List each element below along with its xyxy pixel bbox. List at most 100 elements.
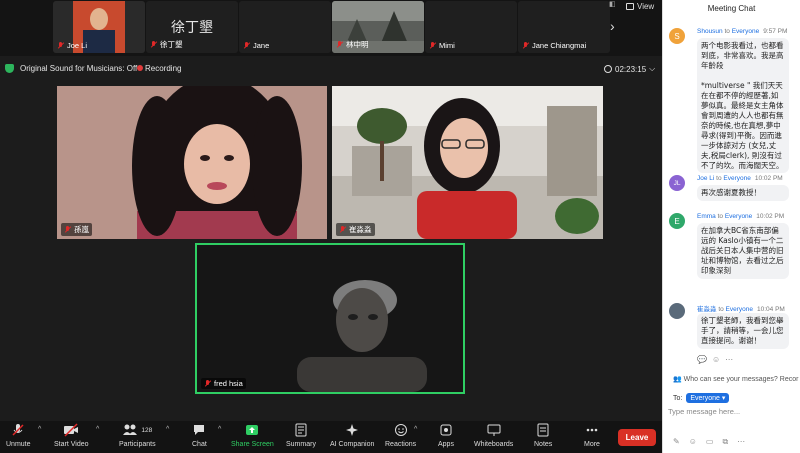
message-bubble: 在加拿大BC省东南部偏远的 Kaslo小镇有一个二战后关日本人集中营的旧址和博物… [697, 223, 789, 279]
more-dots-icon [585, 423, 599, 437]
chat-message-input[interactable] [668, 404, 796, 418]
video-tile-cui[interactable]: 崔淼淼 [332, 86, 603, 239]
add-reaction-icon[interactable]: ☺ [712, 355, 720, 364]
participant-name-label: 孫嵐 [61, 223, 92, 236]
participants-icon: 128 [122, 423, 152, 437]
grid-view-icon [626, 3, 634, 10]
message-header: Joe Li to Everyone 10:02 PM [697, 175, 783, 182]
participants-options-caret-icon[interactable]: ^ [166, 426, 169, 433]
mic-muted-icon [336, 41, 343, 48]
next-page-arrow-icon[interactable]: › [610, 18, 615, 34]
reply-icon[interactable]: 💬 [697, 355, 707, 364]
thumbnail-xu[interactable]: 徐丁墾 徐丁墾 [146, 1, 238, 53]
people-icon: 👥 [673, 376, 682, 383]
video-off-icon [63, 423, 79, 437]
chat-bubble-icon [192, 423, 206, 437]
avatar: JL [669, 175, 685, 191]
thumbnail-name: 林中明 [336, 39, 369, 50]
participants-count: 128 [141, 426, 153, 434]
reactions-button[interactable]: Reactions [385, 423, 416, 448]
avatar [669, 303, 685, 319]
unmute-button[interactable]: Unmute [6, 423, 31, 448]
apps-button[interactable]: Apps [438, 423, 454, 448]
chat-options-caret-icon[interactable]: ^ [218, 426, 221, 433]
summary-button[interactable]: Summary [286, 423, 316, 448]
clock-icon [604, 65, 612, 73]
camera-control-icon[interactable]: ◧ [609, 0, 616, 8]
participant-thumbnail-strip: Joe Li 徐丁墾 徐丁墾 Jane 林中明 Mimi Jane Chiang… [0, 0, 662, 56]
participant-video [57, 86, 327, 239]
recording-indicator[interactable]: Recording [145, 64, 181, 73]
file-attach-icon[interactable]: ▭ [706, 437, 714, 447]
video-tile-fred-hsia[interactable]: fred hsia [195, 243, 465, 394]
mic-muted-icon [64, 226, 71, 233]
recording-dot-icon [137, 65, 143, 71]
message-actions: 💬 ☺ ⋯ [697, 355, 733, 364]
mic-muted-icon [339, 226, 346, 233]
ai-companion-button[interactable]: AI Companion [330, 423, 374, 448]
participant-name-label: fred hsia [201, 378, 246, 389]
mic-muted-icon [522, 42, 529, 49]
more-options-icon[interactable]: ⋯ [737, 437, 745, 447]
thumbnail-name: Mimi [429, 41, 455, 50]
chat-panel-title: Meeting Chat [707, 4, 756, 13]
screenshot-icon[interactable]: ⧉ [722, 437, 728, 447]
message-bubble: 徐丁墾老師，我看到您舉手了，請稍等，一会儿您直接提问。谢谢！ [697, 313, 789, 349]
thumbnail-mimi[interactable]: Mimi [425, 1, 517, 53]
notes-icon [536, 423, 550, 437]
sparkle-icon [345, 423, 359, 437]
participants-button[interactable]: 128 Participants [119, 423, 156, 448]
mic-muted-icon [429, 42, 436, 49]
participant-video [197, 245, 463, 392]
meeting-timer: 02:23:15 ⌵ [604, 64, 655, 74]
thumbnail-display-name: 徐丁墾 [171, 19, 213, 35]
start-video-button[interactable]: Start Video [54, 423, 89, 448]
apps-icon [439, 423, 453, 437]
format-text-icon[interactable]: ✎ [673, 437, 680, 447]
participant-video [332, 86, 603, 239]
message-bubble: 再次感谢夏教授！ [697, 185, 789, 201]
emoji-icon[interactable]: ☺ [689, 437, 697, 447]
original-sound-status[interactable]: Original Sound for Musicians: Off [20, 64, 137, 73]
thumbnail-jane-chiangmai[interactable]: Jane Chiangmai [518, 1, 610, 53]
message-bubble: 两个电影我看过，也都看到底，非常喜欢。我是高年齡段 *multiverse " … [697, 38, 789, 173]
notes-button[interactable]: Notes [534, 423, 552, 448]
thumbnail-joe-li[interactable]: Joe Li [53, 1, 145, 53]
meeting-status-bar: Original Sound for Musicians: Off Record… [0, 60, 662, 77]
video-tile-sun-lan[interactable]: 孫嵐 [57, 86, 327, 239]
mic-muted-icon [57, 42, 64, 49]
recipient-dropdown[interactable]: Everyone ▾ [686, 393, 730, 403]
thumbnail-name: Jane [243, 41, 269, 50]
message-header: 崔淼淼 to Everyone 10:04 PM [697, 306, 785, 313]
message-privacy-notice[interactable]: 👥 Who can see your messages? Recor [673, 375, 798, 383]
audio-options-caret-icon[interactable]: ^ [38, 426, 41, 433]
participant-name-label: 崔淼淼 [336, 223, 375, 236]
thumbnail-name: Joe Li [57, 41, 87, 50]
recipient-row: To: Everyone ▾ [673, 393, 730, 403]
more-options-icon[interactable]: ⋯ [725, 355, 733, 364]
security-shield-icon[interactable] [5, 64, 14, 73]
thumbnail-jane[interactable]: Jane [239, 1, 331, 53]
mic-muted-icon [150, 41, 157, 48]
message-header: Emma to Everyone 10:02 PM [697, 213, 785, 220]
mic-muted-icon [204, 380, 211, 387]
meeting-toolbar: Unmute ^ Start Video ^ 128 Participants … [0, 421, 662, 453]
video-options-caret-icon[interactable]: ^ [96, 426, 99, 433]
reaction-smile-icon [394, 423, 408, 437]
view-button[interactable]: View [626, 2, 654, 11]
chevron-down-icon[interactable]: ⌵ [649, 64, 655, 74]
thumbnail-lin[interactable]: 林中明 [332, 1, 424, 53]
leave-button[interactable]: Leave [618, 429, 656, 446]
chat-button[interactable]: Chat [192, 423, 207, 448]
whiteboards-button[interactable]: Whiteboards [474, 423, 513, 448]
mic-muted-icon [243, 42, 250, 49]
summary-icon [294, 423, 308, 437]
more-button[interactable]: More [584, 423, 600, 448]
message-header: Shousun to Everyone 9:57 PM [697, 28, 788, 35]
share-screen-button[interactable]: Share Screen [231, 423, 274, 448]
reactions-options-caret-icon[interactable]: ^ [414, 426, 417, 433]
whiteboard-icon [487, 423, 501, 437]
meeting-area: Joe Li 徐丁墾 徐丁墾 Jane 林中明 Mimi Jane Chiang… [0, 0, 662, 453]
chat-tools-bar: ✎ ☺ ▭ ⧉ ⋯ [673, 437, 745, 447]
share-screen-icon [245, 423, 259, 437]
